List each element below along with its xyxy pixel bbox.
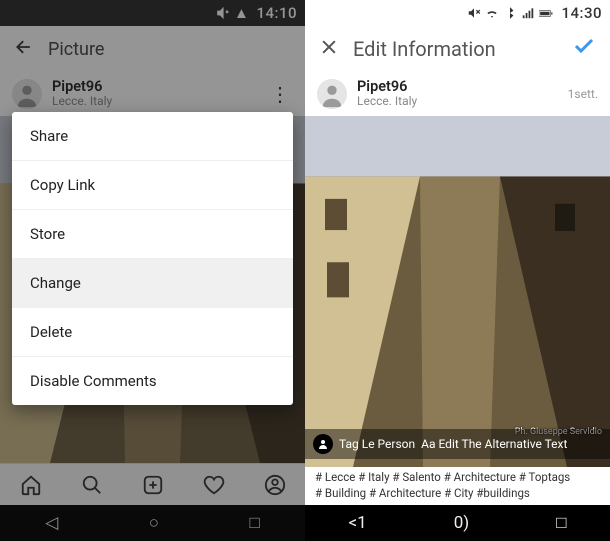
clock: 14:10 [256,4,297,22]
more-options-icon[interactable]: ⋮ [266,82,293,106]
caption-line: # Building # Architecture # City #buildi… [315,486,600,502]
tag-strip: Tag Le Person Aa Edit The Alternative Te… [305,429,610,459]
profile-icon[interactable] [264,474,286,496]
user-name: Pipet96 [357,79,568,95]
status-bar: 14:30 [305,0,610,26]
nav-back-icon[interactable]: ◁ [45,513,58,533]
user-row[interactable]: Pipet96 Lecce. Italy ⋮ [0,72,305,116]
activity-icon[interactable] [203,474,225,496]
topbar: Picture [0,26,305,72]
menu-disable-comments[interactable]: Disable Comments [12,356,293,405]
wifi-icon [485,6,499,20]
caption-line: # Lecce # Italy # Salento # Architecture… [315,470,600,486]
home-icon[interactable] [20,474,42,496]
signal-icon [521,6,535,20]
user-row[interactable]: Pipet96 Lecce. Italy 1sett. [305,72,610,116]
caption-input[interactable]: # Lecce # Italy # Salento # Architecture… [305,467,610,505]
system-nav: <1 0) □ [305,505,610,541]
user-location: Lecce. Italy [357,95,568,108]
nav-home-icon[interactable]: 0) [454,513,469,533]
post-time: 1sett. [568,87,598,101]
add-post-icon[interactable] [142,474,164,496]
nav-back-icon[interactable]: <1 [349,513,367,533]
user-meta: Pipet96 Lecce. Italy [357,79,568,108]
menu-store[interactable]: Store [12,209,293,258]
system-nav: ◁ ○ □ [0,505,305,541]
tag-people-icon[interactable] [313,434,333,454]
page-title: Picture [48,39,291,60]
mute-icon [216,6,230,20]
menu-change[interactable]: Change [12,258,293,307]
search-icon[interactable] [81,474,103,496]
back-icon[interactable] [14,37,34,61]
menu-share[interactable]: Share [12,112,293,160]
photo-content: Ph. Giuseppe Servidio Tag Le Person Aa E… [305,116,610,467]
menu-copy-link[interactable]: Copy Link [12,160,293,209]
battery-icon [539,6,553,20]
bluetooth-icon [503,6,517,20]
user-location: Lecce. Italy [52,95,266,108]
tag-people-label[interactable]: Tag Le Person [339,437,415,451]
photo-image [305,116,610,467]
context-menu: Share Copy Link Store Change Delete Disa… [12,112,293,405]
status-bar: ▲ 14:10 [0,0,305,26]
avatar[interactable] [317,79,347,109]
topbar: Edit Information [305,26,610,72]
nav-recent-icon[interactable]: □ [249,513,259,533]
menu-delete[interactable]: Delete [12,307,293,356]
user-meta: Pipet96 Lecce. Italy [52,79,266,108]
page-title: Edit Information [353,37,572,61]
bottom-nav [0,463,305,505]
nav-home-icon[interactable]: ○ [149,513,159,533]
avatar[interactable] [12,79,42,109]
nav-recent-icon[interactable]: □ [556,513,566,533]
edit-alt-text-label[interactable]: Aa Edit The Alternative Text [421,437,567,451]
mute-icon [467,6,481,20]
close-icon[interactable] [319,37,339,61]
signal-icon: ▲ [234,6,248,20]
confirm-icon[interactable] [572,34,596,64]
clock: 14:30 [561,4,602,22]
user-name: Pipet96 [52,79,266,95]
